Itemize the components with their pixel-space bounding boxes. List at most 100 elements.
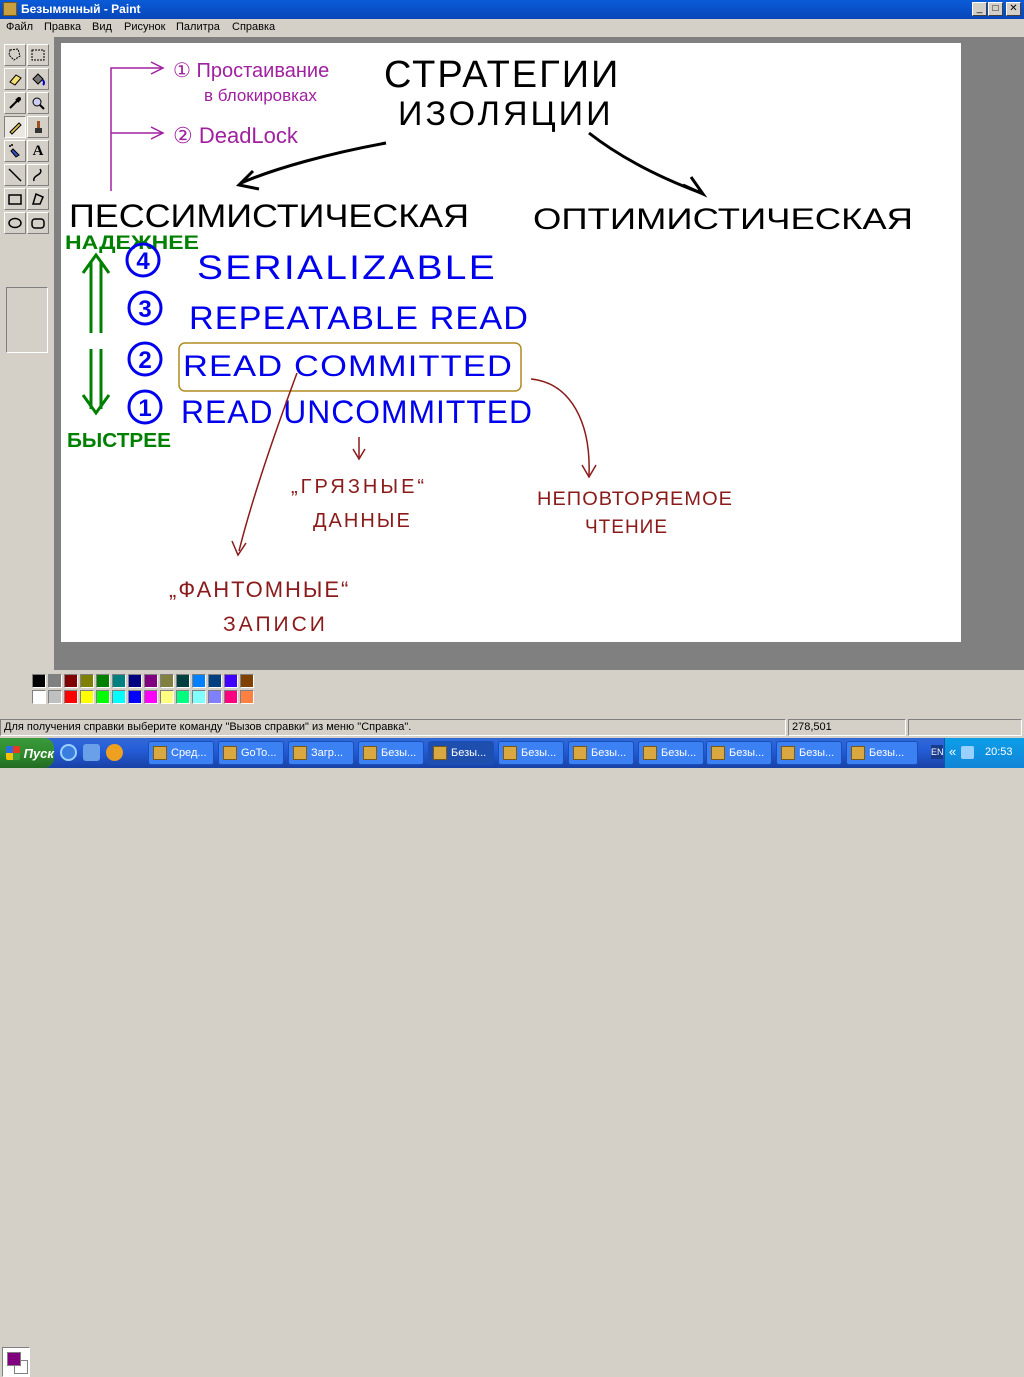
palette-color-swatch[interactable] [176,690,190,704]
taskbar-task-button[interactable]: Безы... [498,741,564,765]
free-select-tool[interactable] [4,44,26,66]
menu-help[interactable]: Справка [232,21,275,33]
airbrush-tool[interactable] [4,140,26,162]
palette-color-swatch[interactable] [80,690,94,704]
taskbar-task-button[interactable]: Безы... [846,741,918,765]
palette-color-swatch[interactable] [128,690,142,704]
taskbar-task-button[interactable]: Безы... [776,741,842,765]
paint-app-icon[interactable] [3,2,17,16]
close-button[interactable]: ✕ [1006,2,1021,16]
taskbar-task-button[interactable]: Сред... [148,741,214,765]
menu-palette[interactable]: Палитра [176,21,220,33]
polygon-tool[interactable] [27,188,49,210]
task-app-icon [711,746,725,760]
palette-color-swatch[interactable] [48,690,62,704]
palette-color-swatch[interactable] [48,674,62,688]
task-label: Безы... [869,747,905,759]
label-faster: БЫСТРЕЕ [67,430,171,452]
palette-color-swatch[interactable] [176,674,190,688]
brush-tool[interactable] [27,116,49,138]
task-label: Безы... [591,747,627,759]
taskbar-task-button[interactable]: Безы... [358,741,424,765]
menu-image[interactable]: Рисунок [124,21,166,33]
menu-file[interactable]: Файл [6,21,33,33]
palette-color-swatch[interactable] [112,674,126,688]
desktop-icon[interactable] [83,744,100,761]
status-coordinates: 278,501 [788,719,906,736]
palette-color-swatch[interactable] [32,674,46,688]
eraser-tool[interactable] [4,68,26,90]
palette-color-swatch[interactable] [192,674,206,688]
task-label: Сред... [171,747,207,759]
tray-expand-icon[interactable]: « [949,744,956,759]
start-button[interactable]: Пуск [0,738,54,768]
language-indicator[interactable]: EN [931,745,944,759]
palette-color-swatch[interactable] [64,690,78,704]
media-player-icon[interactable] [106,744,123,761]
green-down-arrow-head [81,394,111,416]
palette-color-swatch[interactable] [224,690,238,704]
task-label: Безы... [521,747,557,759]
minimize-button[interactable]: _ [972,2,987,16]
curve-icon [33,168,42,182]
task-app-icon [223,746,237,760]
rectangle-tool[interactable] [4,188,26,210]
tool-options-box[interactable] [6,287,48,353]
task-label: Безы... [381,747,417,759]
palette-color-swatch[interactable] [240,690,254,704]
palette-color-swatch[interactable] [96,690,110,704]
label-phantom-2: ЗАПИСИ [223,613,328,636]
color-palette [0,672,1024,1377]
palette-color-swatch[interactable] [112,690,126,704]
magnifier-tool[interactable] [27,92,49,114]
taskbar-task-button[interactable]: Безы... [428,741,494,765]
palette-color-swatch[interactable] [144,690,158,704]
taskbar-task-button[interactable]: Загр... [288,741,354,765]
palette-color-swatch[interactable] [80,674,94,688]
fill-tool[interactable] [27,68,49,90]
palette-color-swatch[interactable] [224,674,238,688]
ie-icon[interactable] [60,744,77,761]
task-label: Безы... [661,747,697,759]
curve-tool[interactable] [27,164,49,186]
foreground-color-swatch[interactable] [7,1352,21,1366]
palette-color-swatch[interactable] [240,674,254,688]
maximize-button[interactable]: □ [988,2,1003,16]
pencil-tool[interactable] [4,116,26,138]
palette-color-swatch[interactable] [208,690,222,704]
palette-color-swatch[interactable] [192,690,206,704]
label-dirty-data-2: ДАННЫЕ [313,510,412,532]
taskbar-task-button[interactable]: Безы... [638,741,704,765]
taskbar-task-button[interactable]: Безы... [568,741,634,765]
menu-view[interactable]: Вид [92,21,112,33]
taskbar-task-button[interactable]: GoTo... [218,741,284,765]
palette-color-swatch[interactable] [96,674,110,688]
palette-color-swatch[interactable] [32,690,46,704]
system-tray: EN « 20:53 [931,738,1024,768]
task-label: GoTo... [241,747,277,759]
palette-color-swatch[interactable] [128,674,142,688]
arrow-to-nonrepeatable [530,378,590,476]
text-tool[interactable]: A [27,140,49,162]
ellipse-tool[interactable] [4,212,26,234]
color-picker-tool[interactable] [4,92,26,114]
palette-color-swatch[interactable] [144,674,158,688]
palette-color-swatch[interactable] [208,674,222,688]
note-blocking-continued: в блокировках [204,86,317,105]
select-tool[interactable] [27,44,49,66]
line-icon [8,168,22,182]
palette-color-swatch[interactable] [160,690,174,704]
menu-edit[interactable]: Правка [44,21,81,33]
note-deadlock: ② DeadLock [173,123,299,148]
taskbar-task-button[interactable]: Безы... [706,741,772,765]
magnifier-icon [32,97,45,110]
line-tool[interactable] [4,164,26,186]
palette-color-swatch[interactable] [64,674,78,688]
current-colors[interactable] [2,1347,30,1377]
toolbox: A [0,40,54,670]
palette-color-swatch[interactable] [160,674,174,688]
rounded-rectangle-tool[interactable] [27,212,49,234]
network-icon[interactable] [961,746,974,759]
drawing-canvas[interactable]: ① Простаивание в блокировках ② DeadLock … [61,43,961,642]
heading-strategies: СТРАТЕГИИ [384,54,620,96]
